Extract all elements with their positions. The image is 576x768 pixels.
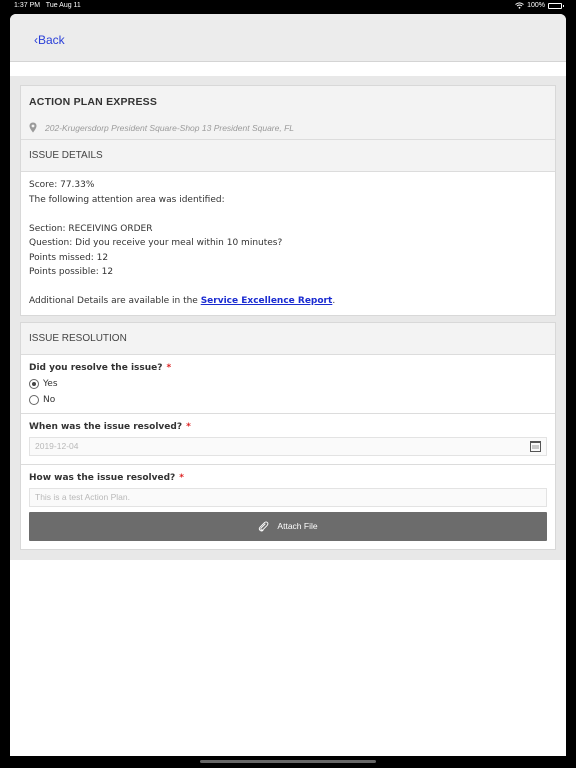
- required-marker: *: [179, 472, 184, 483]
- location-pin-icon: [29, 122, 37, 133]
- points-possible-text: Points possible: 12: [29, 267, 114, 277]
- back-button[interactable]: ‹Back: [34, 33, 65, 47]
- wifi-icon: [515, 2, 524, 9]
- store-header: ACTION PLAN EXPRESS 202-Krugersdorp Pres…: [21, 86, 555, 140]
- nav-bar: ‹Back: [10, 14, 566, 62]
- required-marker: *: [186, 421, 191, 432]
- intro-text: The following attention area was identif…: [29, 194, 225, 205]
- store-title: ACTION PLAN EXPRESS: [29, 96, 158, 108]
- service-excellence-report-link[interactable]: Service Excellence Report: [201, 296, 333, 306]
- score-text: Score: 77.33%: [29, 180, 95, 190]
- additional-details: Additional Details are available in the …: [29, 296, 336, 306]
- issue-details-heading: ISSUE DETAILS: [21, 140, 555, 172]
- radio-unselected-icon[interactable]: [29, 394, 39, 405]
- paperclip-icon: [259, 520, 269, 531]
- issue-resolution-heading: ISSUE RESOLUTION: [21, 322, 555, 355]
- attach-file-button[interactable]: Attach File: [29, 511, 547, 541]
- home-indicator[interactable]: [200, 760, 376, 763]
- battery-icon: [548, 2, 564, 9]
- radio-option-yes[interactable]: Yes: [29, 378, 547, 389]
- store-address: 202-Krugersdorp President Square-Shop 13…: [29, 122, 547, 133]
- issue-card: ACTION PLAN EXPRESS 202-Krugersdorp Pres…: [20, 85, 556, 316]
- issue-details-body: Score: 77.33% The following attention ar…: [21, 172, 555, 315]
- calendar-icon[interactable]: [530, 440, 541, 452]
- question-text: Question: Did you receive your meal with…: [29, 238, 283, 248]
- question-label: When was the issue resolved? *: [29, 421, 191, 432]
- question-when: When was the issue resolved? * 2019-12-04: [21, 414, 555, 465]
- resolution-card: ISSUE RESOLUTION Did you resolve the iss…: [20, 321, 556, 550]
- question-resolved: Did you resolve the issue? * Yes No: [21, 355, 555, 414]
- app-sheet: ‹Back ACTION PLAN EXPRESS 202-Krugersdor…: [10, 14, 566, 756]
- radio-selected-icon[interactable]: [29, 378, 39, 389]
- attach-file-label: Attach File: [277, 521, 318, 531]
- content: ACTION PLAN EXPRESS 202-Krugersdorp Pres…: [10, 76, 566, 560]
- status-bar: 1:37 PM Tue Aug 11 100%: [0, 0, 576, 13]
- date-input[interactable]: 2019-12-04: [29, 436, 547, 456]
- required-marker: *: [166, 362, 172, 373]
- status-time: 1:37 PM Tue Aug 11: [14, 2, 81, 9]
- question-how: How was the issue resolved? * This is a t…: [21, 465, 555, 549]
- status-right: 100%: [515, 2, 564, 9]
- resolution-text-input[interactable]: This is a test Action Plan.: [29, 487, 547, 507]
- address-text: 202-Krugersdorp President Square-Shop 13…: [45, 122, 295, 133]
- date-placeholder: 2019-12-04: [35, 441, 79, 451]
- battery-percent: 100%: [527, 2, 545, 9]
- question-label: Did you resolve the issue? *: [29, 362, 172, 373]
- radio-option-no[interactable]: No: [29, 394, 547, 405]
- resolution-placeholder: This is a test Action Plan.: [35, 492, 130, 502]
- section-text: Section: RECEIVING ORDER: [29, 223, 153, 234]
- points-missed-text: Points missed: 12: [29, 252, 109, 263]
- question-label: How was the issue resolved? *: [29, 472, 184, 483]
